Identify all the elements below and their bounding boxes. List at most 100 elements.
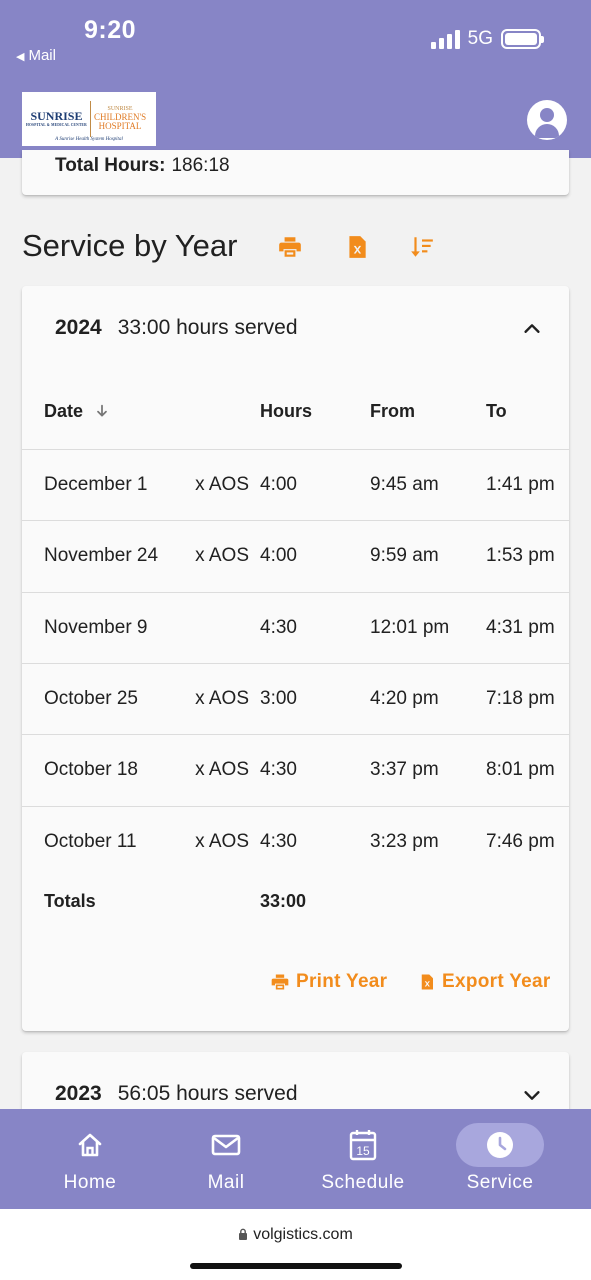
nav-mail-label: Mail <box>207 1172 245 1193</box>
column-header-hours[interactable]: Hours <box>260 401 312 422</box>
totals-label: Totals <box>44 891 96 911</box>
excel-file-icon[interactable] <box>344 234 370 260</box>
row-from: 9:59 am <box>370 545 439 566</box>
url-display[interactable]: volgistics.com <box>0 1226 591 1244</box>
signal-icon <box>430 29 460 49</box>
print-year-label: Print Year <box>296 971 388 992</box>
row-to: 8:01 pm <box>486 759 555 780</box>
section-title: Service by Year <box>22 228 238 263</box>
back-to-mail-link[interactable]: ◀ Mail <box>16 47 56 64</box>
row-location: x AOS <box>195 688 249 709</box>
nav-home-label: Home <box>63 1172 117 1193</box>
back-app-label: Mail <box>28 47 56 64</box>
table-row[interactable]: November 24 x AOS 4:00 9:59 am 1:53 pm <box>22 520 569 591</box>
column-header-to[interactable]: To <box>486 401 507 422</box>
year-hours-served: 33:00 hours served <box>117 316 298 339</box>
row-date: October 25 <box>44 688 138 709</box>
row-location: x AOS <box>195 831 249 852</box>
row-hours: 4:30 <box>260 831 297 852</box>
account-circle-icon[interactable] <box>527 100 567 140</box>
row-date: November 24 <box>44 545 159 566</box>
row-to: 7:18 pm <box>486 688 555 709</box>
row-hours: 4:00 <box>260 474 297 495</box>
table-row[interactable]: November 9 4:30 12:01 pm 4:31 pm <box>22 592 569 663</box>
export-year-label: Export Year <box>442 971 551 992</box>
totals-value: 33:00 <box>260 891 307 911</box>
network-label: 5G <box>467 28 493 49</box>
chevron-up-icon[interactable] <box>521 318 543 340</box>
summary-card: Total Hours: 186:18 <box>22 150 569 195</box>
year-hours-served: 56:05 hours served <box>117 1082 298 1105</box>
year-header[interactable]: 2024 33:00 hours served <box>55 316 298 340</box>
browser-url-bar[interactable]: volgistics.com <box>0 1209 591 1280</box>
nav-schedule-label: Schedule <box>321 1172 405 1193</box>
row-from: 9:45 am <box>370 474 439 495</box>
year-card-2024: 2024 33:00 hours served Date Hours From T… <box>22 286 569 1031</box>
row-location: x AOS <box>195 545 249 566</box>
row-location: x AOS <box>195 474 249 495</box>
column-header-date[interactable]: Date <box>44 401 110 422</box>
row-to: 7:46 pm <box>486 831 555 852</box>
row-date: December 1 <box>44 474 148 495</box>
home-indicator[interactable] <box>190 1263 402 1269</box>
table-row[interactable]: October 18 x AOS 4:30 3:37 pm 8:01 pm <box>22 734 569 805</box>
row-hours: 3:00 <box>260 688 297 709</box>
table-row[interactable]: October 25 x AOS 3:00 4:20 pm 7:18 pm <box>22 663 569 734</box>
mail-icon <box>211 1134 241 1156</box>
arrow-down-icon <box>97 404 107 417</box>
row-hours: 4:30 <box>260 617 297 638</box>
row-from: 3:37 pm <box>370 759 439 780</box>
url-text: volgistics.com <box>253 1226 353 1243</box>
status-time: 9:20 <box>84 16 137 44</box>
logo-brand-main: SUNRISE HOSPITAL & MEDICAL CENTER <box>26 109 87 128</box>
logo-divider <box>89 101 91 137</box>
export-year-button[interactable]: Export Year <box>418 971 551 993</box>
print-year-button[interactable]: Print Year <box>270 971 387 993</box>
totals-row: Totals 33:00 <box>22 886 569 916</box>
excel-file-icon <box>421 974 433 990</box>
calendar-day: 15 <box>356 1144 370 1158</box>
table-row[interactable]: December 1 x AOS 4:00 9:45 am 1:41 pm <box>22 449 569 520</box>
logo-tagline: A Sunrise Health System Hospital <box>55 137 123 142</box>
row-date: October 18 <box>44 759 138 780</box>
app-header: 9:20 ◀ Mail 5G SUNRISE HOSPITAL & MEDICAL… <box>0 0 591 158</box>
clock-icon <box>487 1132 513 1158</box>
nav-mail[interactable]: Mail <box>166 1109 286 1209</box>
row-to: 4:31 pm <box>486 617 555 638</box>
year-header[interactable]: 2023 56:05 hours served <box>55 1082 298 1106</box>
row-hours: 4:30 <box>260 759 297 780</box>
nav-service[interactable]: Service <box>440 1109 560 1209</box>
sort-descending-icon[interactable] <box>409 234 435 260</box>
print-icon[interactable] <box>277 234 303 260</box>
nav-schedule[interactable]: 15 Schedule <box>303 1109 423 1209</box>
calendar-icon: 15 <box>349 1130 377 1161</box>
row-from: 3:23 pm <box>370 831 439 852</box>
battery-icon <box>501 29 544 49</box>
nav-home[interactable]: Home <box>30 1109 150 1209</box>
hospital-logo[interactable]: SUNRISE HOSPITAL & MEDICAL CENTER SUNRIS… <box>22 92 156 146</box>
chevron-down-icon[interactable] <box>521 1084 543 1106</box>
total-hours: Total Hours: 186:18 <box>55 155 230 177</box>
table-row[interactable]: October 11 x AOS 4:30 3:23 pm 7:46 pm <box>22 806 569 877</box>
year-label: 2023 <box>55 1082 102 1105</box>
total-hours-label: Total Hours: <box>55 155 166 176</box>
row-date: November 9 <box>44 617 148 638</box>
year-label: 2024 <box>55 316 102 339</box>
row-hours: 4:00 <box>260 545 297 566</box>
nav-service-label: Service <box>466 1172 534 1193</box>
row-date: October 11 <box>44 831 137 852</box>
row-to: 1:53 pm <box>486 545 555 566</box>
status-indicators: 5G <box>430 28 544 50</box>
bottom-navigation: Home Mail 15 Schedule Service <box>0 1109 591 1209</box>
row-location: x AOS <box>195 759 249 780</box>
row-from: 12:01 pm <box>370 617 450 638</box>
back-triangle-icon: ◀ <box>16 51 25 63</box>
lock-icon <box>239 1228 248 1240</box>
column-header-from[interactable]: From <box>370 401 415 422</box>
print-icon <box>271 974 289 990</box>
row-from: 4:20 pm <box>370 688 439 709</box>
home-icon <box>78 1133 102 1157</box>
row-to: 1:41 pm <box>486 474 555 495</box>
logo-brand-children: SUNRISE CHILDREN'S HOSPITAL <box>93 106 147 132</box>
total-hours-value: 186:18 <box>171 155 230 176</box>
